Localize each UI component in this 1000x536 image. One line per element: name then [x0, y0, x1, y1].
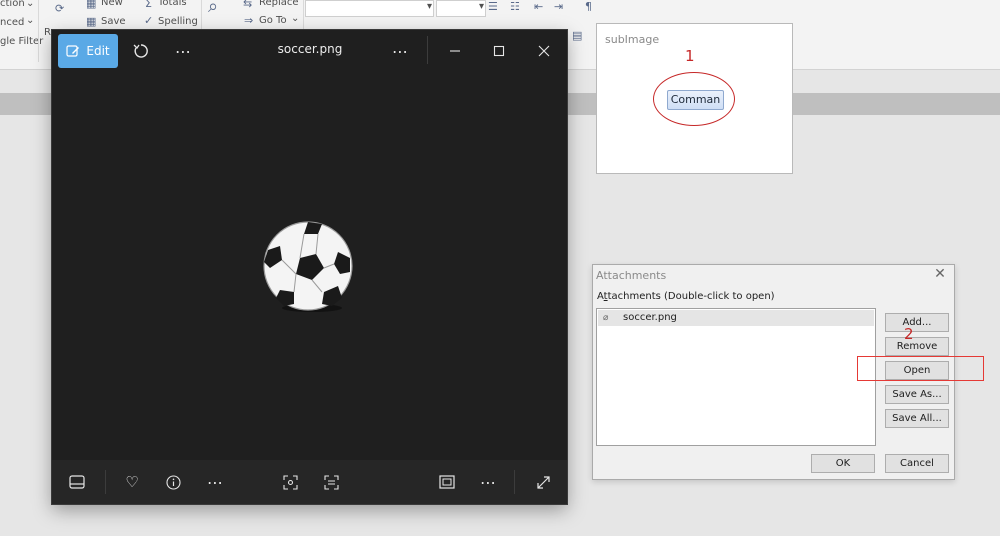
rotate-icon[interactable] — [130, 40, 152, 62]
ribbon-replace[interactable]: Replace — [259, 0, 299, 8]
cancel-button[interactable]: Cancel — [885, 454, 949, 473]
info-icon[interactable] — [162, 471, 184, 493]
dropdown-arrow-icon: ▾ — [427, 1, 433, 12]
paperclip-icon: ⌀ — [603, 313, 609, 323]
bullets-icon[interactable]: ☰ — [488, 0, 498, 13]
divider — [427, 36, 428, 64]
window-title: soccer.png — [277, 42, 343, 56]
visual-search-icon[interactable] — [279, 471, 301, 493]
image-canvas[interactable] — [260, 220, 356, 316]
save-all-button[interactable]: Save All... — [885, 409, 949, 428]
ribbon-group-label: R — [44, 27, 51, 38]
photos-title-bar: Edit ⋯ soccer.png ⋯ — [52, 30, 567, 70]
edit-image-icon — [66, 45, 80, 57]
dropdown-arrow-icon: ▾ — [479, 1, 485, 12]
maximize-icon[interactable] — [488, 40, 510, 62]
goto-arrow-icon: ⇒ — [244, 14, 254, 27]
refresh-icon[interactable]: ⟳ — [55, 2, 64, 15]
new-record-icon: ▦ — [86, 0, 97, 10]
ribbon-action[interactable]: ction — [0, 0, 25, 9]
gridlines-icon[interactable]: ▤ — [572, 29, 582, 42]
ribbon-totals[interactable]: Totals — [158, 0, 187, 8]
fit-to-window-icon[interactable] — [436, 471, 458, 493]
annotation-number-1: 1 — [685, 47, 695, 65]
edit-label: Edit — [86, 44, 110, 58]
photos-bottom-bar: ♡ ⋯ ⋯ — [52, 460, 567, 504]
paragraph-icon[interactable]: ¶ — [585, 0, 592, 13]
ribbon-spelling[interactable]: Spelling — [158, 16, 198, 27]
form-title: subImage — [605, 33, 660, 46]
divider — [105, 470, 106, 494]
ribbon-goto[interactable]: Go To — [259, 15, 287, 26]
more-icon[interactable]: ⋯ — [202, 471, 228, 493]
fullscreen-icon[interactable] — [532, 471, 554, 493]
replace-icon: ⇆ — [243, 0, 253, 10]
scan-text-icon[interactable] — [320, 471, 342, 493]
ribbon-advanced[interactable]: nced — [0, 17, 24, 28]
annotation-rectangle — [857, 356, 984, 381]
spelling-icon: ✓ — [144, 14, 154, 27]
filmstrip-icon[interactable] — [66, 471, 88, 493]
annotation-number-2: 2 — [904, 325, 914, 343]
chevron-down-icon: ⌄ — [26, 15, 35, 26]
dialog-title: Attachments — [596, 269, 667, 282]
ribbon-save[interactable]: Save — [101, 16, 126, 27]
remove-button[interactable]: Remove — [885, 337, 949, 356]
save-as-button[interactable]: Save As... — [885, 385, 949, 404]
more-icon[interactable]: ⋯ — [170, 40, 196, 62]
indent-increase-icon[interactable]: ⇥ — [554, 0, 563, 13]
edit-button[interactable]: Edit — [58, 34, 118, 68]
indent-decrease-icon[interactable]: ⇤ — [534, 0, 543, 13]
chevron-down-icon: ⌄ — [26, 0, 35, 9]
soccer-ball-image — [263, 221, 353, 312]
annotation-ellipse — [653, 72, 735, 126]
chevron-down-icon: ⌄ — [291, 13, 300, 24]
save-record-icon: ▦ — [86, 15, 97, 28]
more-icon[interactable]: ⋯ — [387, 40, 413, 62]
heart-icon[interactable]: ♡ — [121, 471, 143, 493]
sigma-icon: Σ — [145, 0, 152, 10]
ok-button[interactable]: OK — [811, 454, 875, 473]
divider — [514, 470, 515, 494]
attachments-label: Attachments (Double-click to open) — [597, 291, 775, 302]
find-icon[interactable]: ⌕ — [208, 0, 218, 17]
attachments-list[interactable]: ⌀ soccer.png — [596, 308, 876, 446]
font-name-box[interactable] — [305, 0, 434, 17]
ribbon-toggle-filter[interactable]: gle Filter — [0, 36, 43, 47]
ribbon-new[interactable]: New — [101, 0, 123, 8]
ribbon-divider — [38, 0, 39, 62]
minimize-icon[interactable] — [444, 40, 466, 62]
attachment-file-name: soccer.png — [623, 312, 677, 323]
add-button[interactable]: Add... — [885, 313, 949, 332]
more-icon[interactable]: ⋯ — [475, 471, 501, 493]
numbering-icon[interactable]: ☷ — [510, 0, 520, 13]
photos-window: Edit ⋯ soccer.png ⋯ ♡ ⋯ ⋯ — [52, 30, 567, 504]
close-icon[interactable] — [533, 40, 555, 62]
close-icon[interactable]: ✕ — [930, 266, 950, 284]
list-item[interactable]: ⌀ soccer.png — [598, 310, 874, 326]
